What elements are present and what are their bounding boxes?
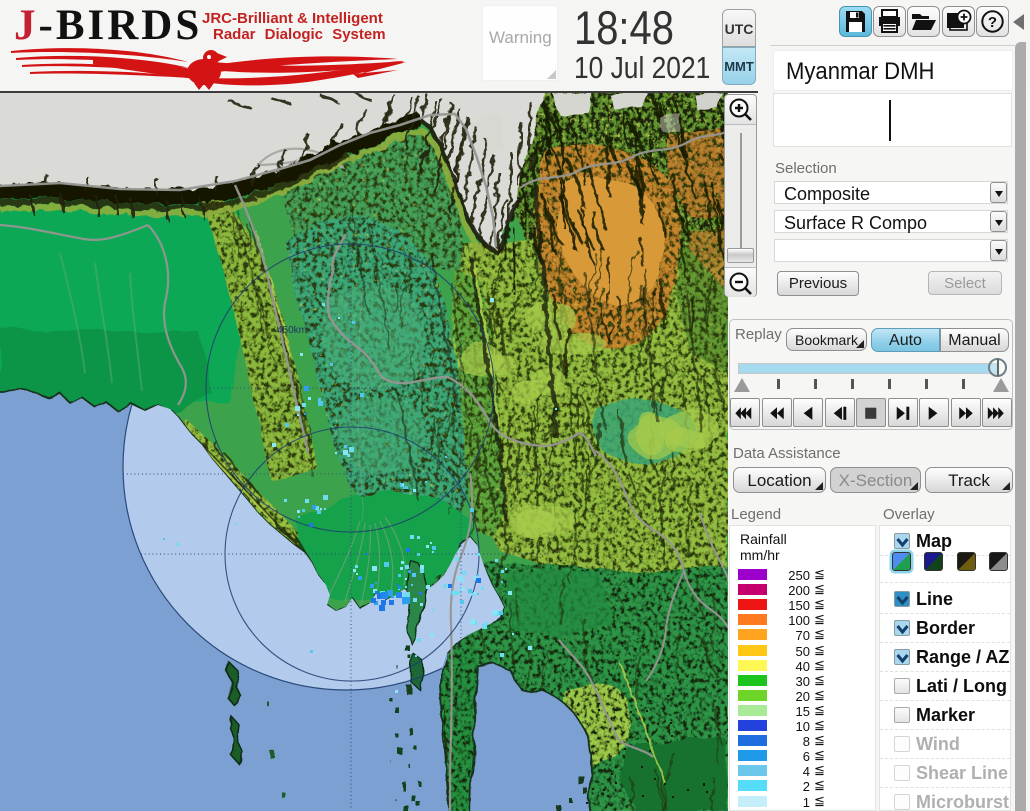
svg-text:450km: 450km (277, 325, 307, 336)
svg-text:?: ? (988, 14, 997, 31)
